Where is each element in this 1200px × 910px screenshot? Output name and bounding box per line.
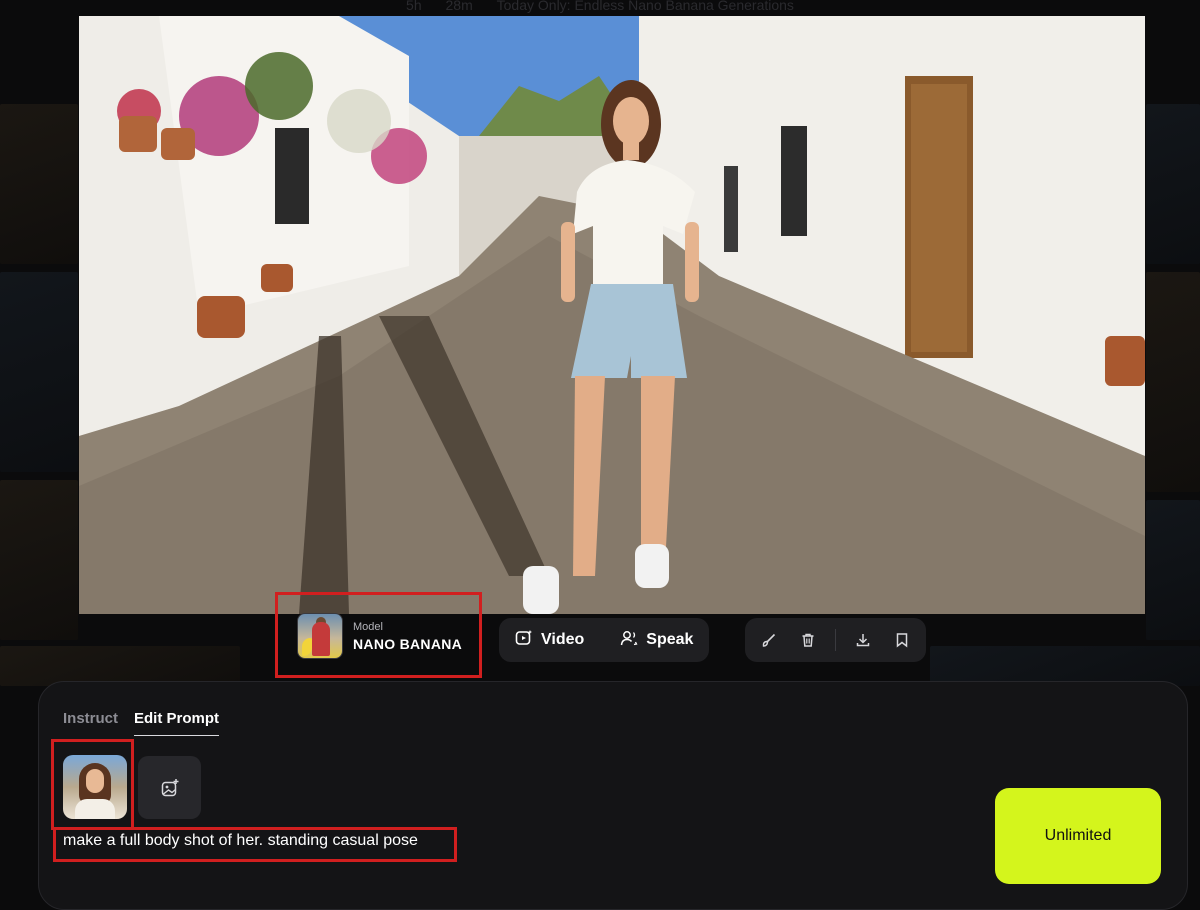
model-avatar <box>297 613 343 659</box>
video-button[interactable]: Video <box>515 629 584 652</box>
generated-image-illustration <box>79 16 1145 614</box>
delete-button[interactable] <box>796 628 820 652</box>
model-text: Model NANO BANANA <box>353 621 462 652</box>
model-avatar-body <box>312 622 330 656</box>
action-pill: Video Speak <box>499 618 709 662</box>
prompt-input[interactable]: make a full body shot of her. standing c… <box>63 832 418 850</box>
tools-divider <box>835 629 836 651</box>
model-name: NANO BANANA <box>353 635 463 652</box>
brush-button[interactable] <box>757 628 781 652</box>
video-spark-icon <box>515 629 533 652</box>
speak-user-icon <box>620 629 638 652</box>
speak-button[interactable]: Speak <box>620 629 693 652</box>
tab-instruct[interactable]: Instruct <box>63 710 118 736</box>
trash-icon <box>802 633 814 647</box>
reference-face <box>86 769 104 793</box>
prompt-tabs: Instruct Edit Prompt <box>63 710 220 736</box>
bookmark-icon <box>896 633 908 648</box>
tab-edit-prompt[interactable]: Edit Prompt <box>134 710 220 736</box>
generate-button[interactable]: Unlimited <box>995 788 1161 884</box>
model-avatar-banana <box>302 638 312 656</box>
generated-image[interactable] <box>79 16 1145 614</box>
gallery-tile <box>1146 500 1200 640</box>
speak-label: Speak <box>646 631 694 648</box>
gallery-tile <box>0 104 78 264</box>
gallery-tile <box>0 480 78 640</box>
reference-image[interactable] <box>63 755 127 819</box>
gallery-tile <box>1146 104 1200 264</box>
model-selector[interactable]: Model NANO BANANA <box>281 598 477 674</box>
bookmark-button[interactable] <box>890 628 914 652</box>
gallery-tile <box>930 646 1200 686</box>
gallery-tile <box>0 272 78 472</box>
add-image-icon <box>161 778 178 796</box>
model-caption: Model <box>353 620 383 633</box>
tools-pill <box>745 618 926 662</box>
video-label: Video <box>541 631 585 648</box>
gallery-tile <box>0 646 240 686</box>
reference-top <box>75 799 115 819</box>
brush-icon <box>762 633 776 647</box>
gallery-tile <box>1146 272 1200 492</box>
download-button[interactable] <box>851 628 875 652</box>
add-image-button[interactable] <box>138 756 201 819</box>
download-icon <box>856 634 870 647</box>
